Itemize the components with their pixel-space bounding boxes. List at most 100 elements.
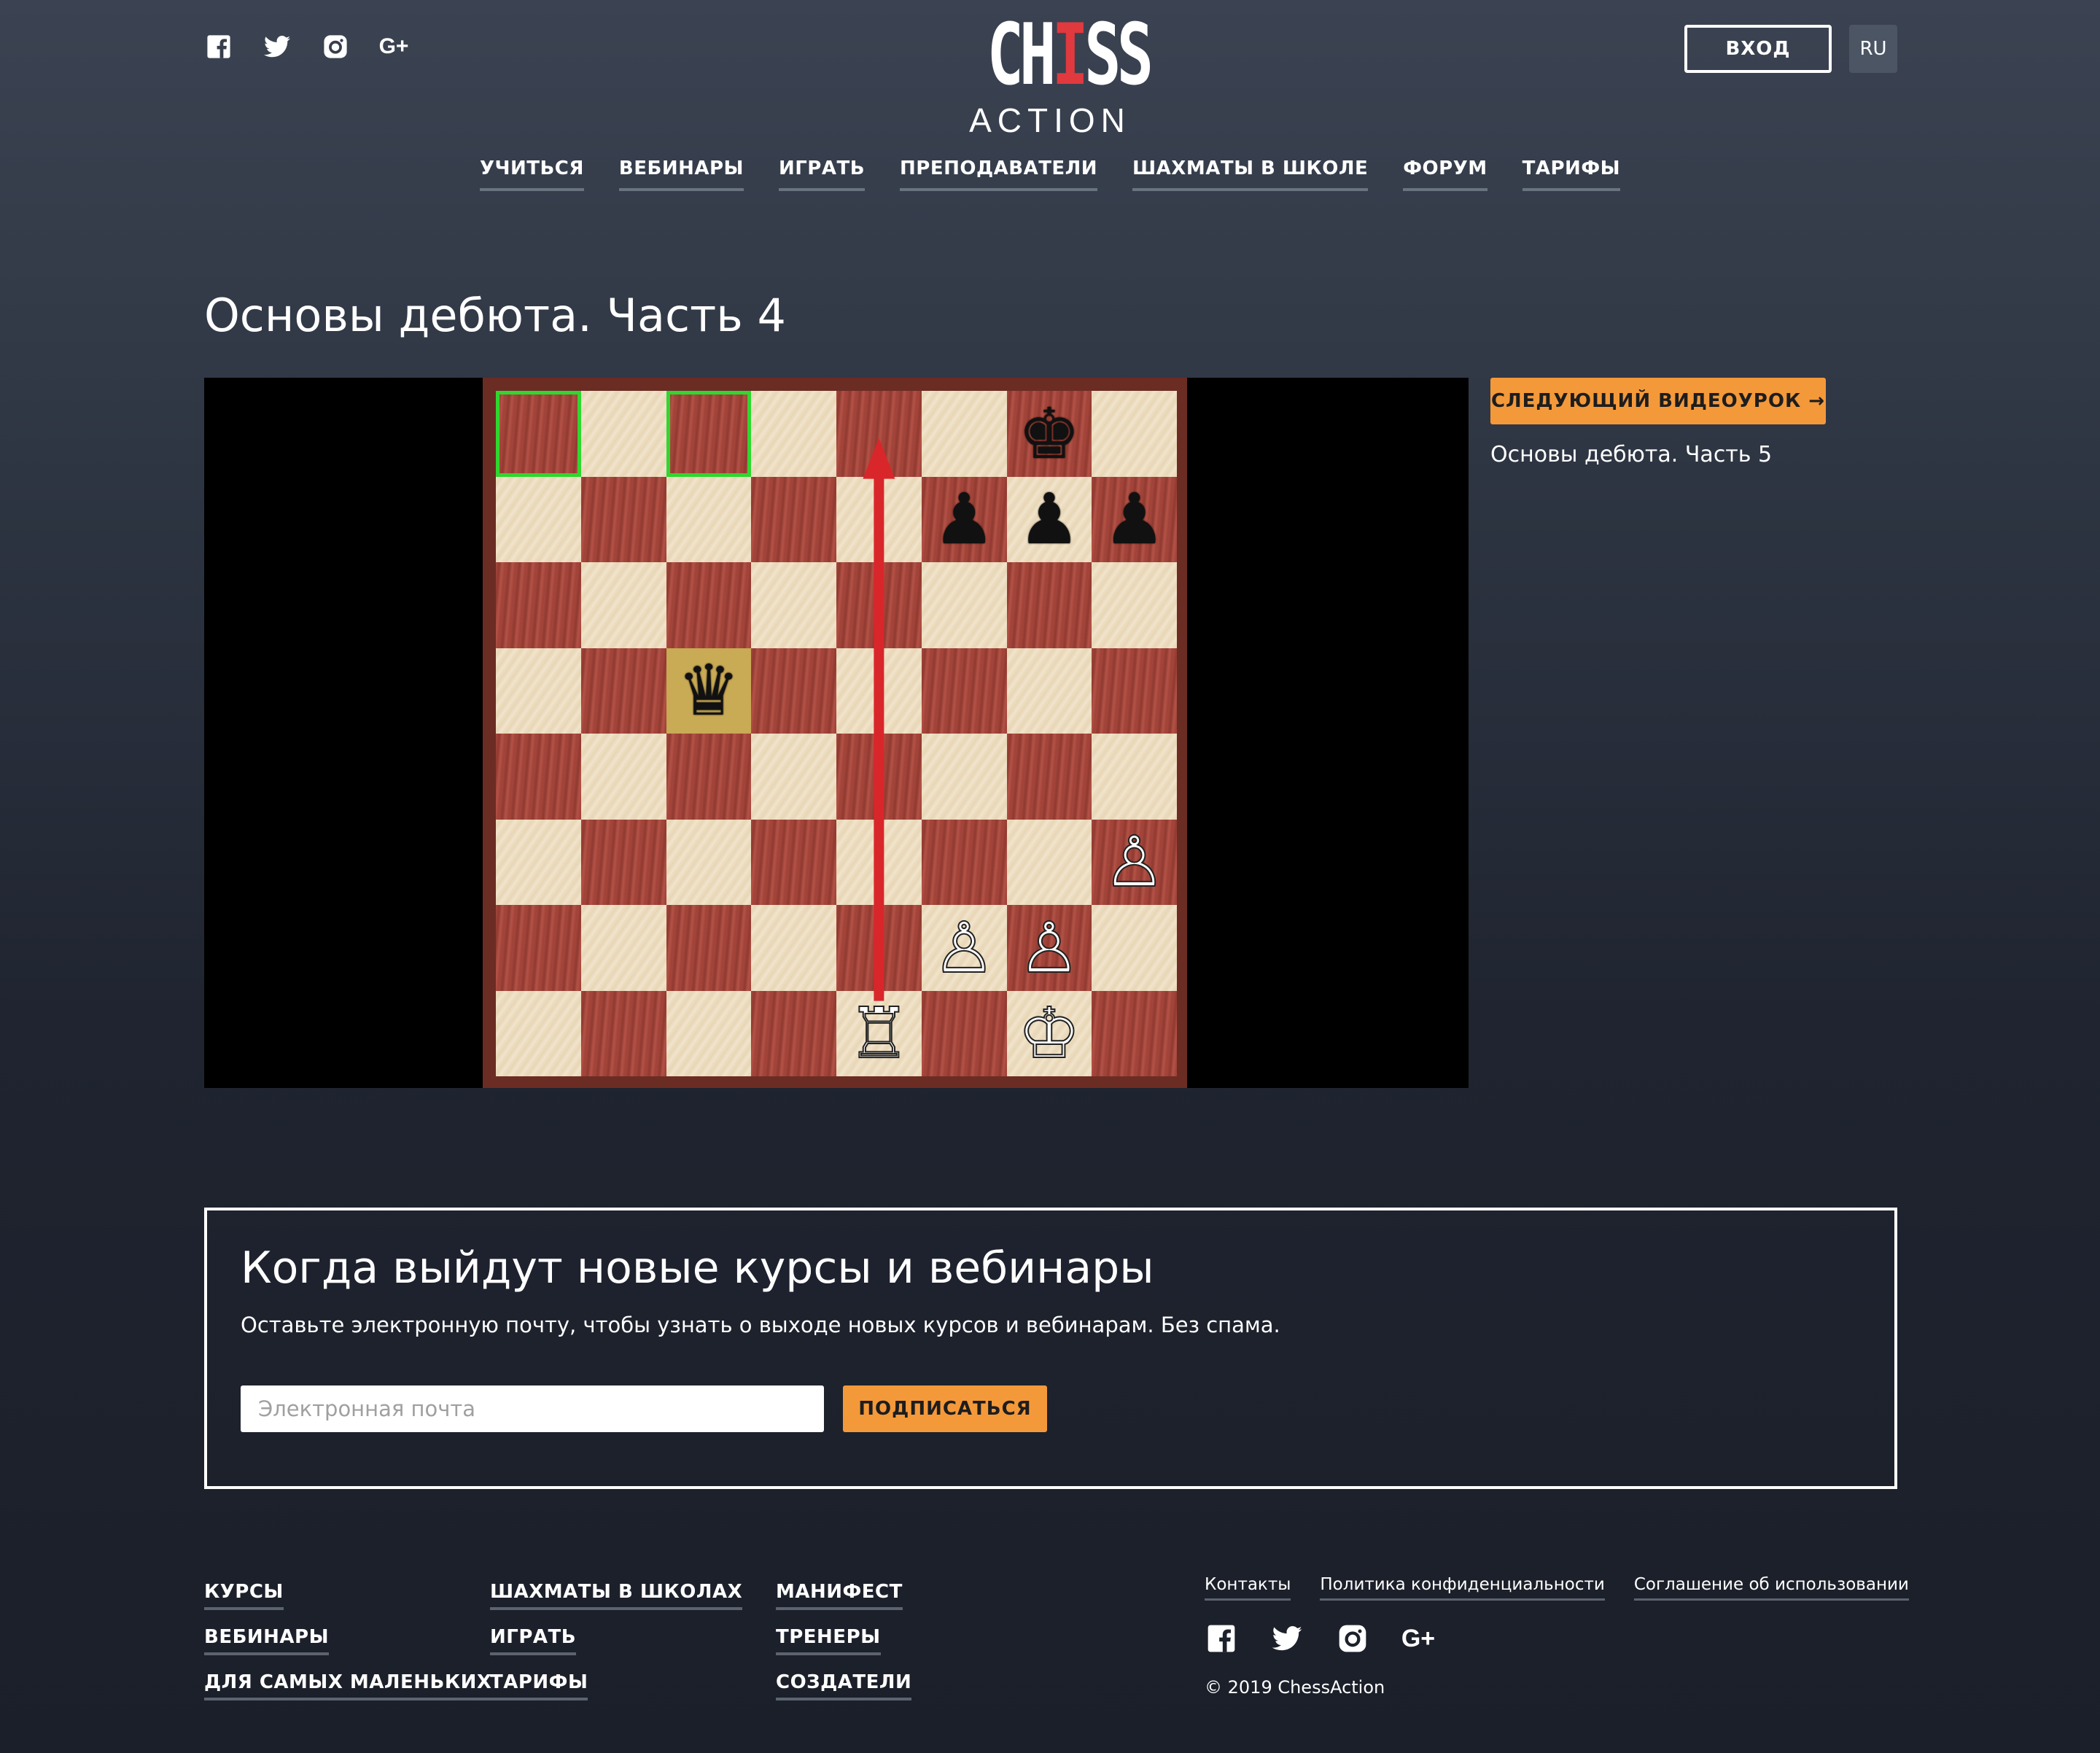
square-d3 (751, 819, 836, 905)
nav-teachers[interactable]: ПРЕПОДАВАТЕЛИ (900, 158, 1098, 191)
square-e2 (836, 905, 922, 991)
square-e7 (836, 476, 922, 562)
chess-board-frame: ♚ ♟ ♟ ♟ ♛ ♙ ♙ ♙ ♖ ♔ (483, 378, 1187, 1088)
footer-link-privacy[interactable]: Политика конфиденциальности (1320, 1575, 1605, 1601)
square-b8 (580, 391, 666, 477)
square-g1: ♔ (1006, 990, 1092, 1076)
square-d7 (751, 476, 836, 562)
footer-column-1: КУРСЫ ВЕБИНАРЫ ДЛЯ САМЫХ МАЛЕНЬКИХ (204, 1581, 492, 1700)
square-b6 (580, 562, 666, 648)
square-a4 (496, 734, 581, 820)
square-g3 (1006, 819, 1092, 905)
footer-link-play[interactable]: ИГРАТЬ (490, 1626, 577, 1655)
square-d2 (751, 905, 836, 991)
square-g5 (1006, 648, 1092, 734)
square-e6 (836, 562, 922, 648)
footer-link-creators[interactable]: СОЗДАТЕЛИ (776, 1671, 912, 1700)
nav-learn[interactable]: УЧИТЬСЯ (479, 158, 584, 191)
piece-e1: ♖ (847, 992, 911, 1075)
piece-c5: ♛ (677, 650, 740, 732)
logo-subtitle: ACTION (969, 101, 1131, 139)
square-f4 (921, 734, 1007, 820)
square-c7 (666, 476, 752, 562)
square-a7 (496, 476, 581, 562)
piece-h3: ♙ (1102, 821, 1167, 903)
square-f6 (921, 562, 1007, 648)
twitter-icon[interactable] (1270, 1622, 1304, 1655)
square-c8 (666, 391, 752, 477)
square-f8 (921, 391, 1007, 477)
piece-f7: ♟ (933, 478, 996, 561)
footer-social-links: G+ (1205, 1622, 1435, 1655)
footer-legal-links: Контакты Политика конфиденциальности Сог… (1205, 1575, 1909, 1601)
square-a6 (496, 562, 581, 648)
facebook-icon[interactable] (1205, 1622, 1238, 1655)
square-c4 (666, 734, 752, 820)
square-e1: ♖ (836, 990, 922, 1076)
piece-g1: ♔ (1017, 992, 1081, 1075)
square-h8 (1092, 391, 1177, 477)
square-f7: ♟ (921, 476, 1007, 562)
facebook-icon[interactable] (204, 32, 233, 61)
instagram-icon[interactable] (1336, 1622, 1369, 1655)
chess-board: ♚ ♟ ♟ ♟ ♛ ♙ ♙ ♙ ♖ ♔ (496, 391, 1177, 1076)
footer-link-terms[interactable]: Соглашение об использовании (1633, 1575, 1909, 1601)
square-b7 (580, 476, 666, 562)
footer-link-schools[interactable]: ШАХМАТЫ В ШКОЛАХ (490, 1581, 743, 1610)
square-c5: ♛ (666, 648, 752, 734)
square-g8: ♚ (1006, 391, 1092, 477)
square-a5 (496, 648, 581, 734)
piece-h7: ♟ (1102, 478, 1166, 561)
nav-forum[interactable]: ФОРУМ (1403, 158, 1488, 191)
square-b1 (580, 990, 666, 1076)
footer-column-3: МАНИФЕСТ ТРЕНЕРЫ СОЗДАТЕЛИ (776, 1581, 912, 1700)
footer-link-kids[interactable]: ДЛЯ САМЫХ МАЛЕНЬКИХ (204, 1671, 492, 1700)
footer-link-contacts[interactable]: Контакты (1205, 1575, 1291, 1601)
chessaction-logo[interactable]: CHISS ACTION (962, 13, 1154, 140)
square-g6 (1006, 562, 1092, 648)
square-b3 (580, 819, 666, 905)
square-h7: ♟ (1092, 476, 1177, 562)
square-e8 (836, 391, 922, 477)
subscribe-button[interactable]: ПОДПИСАТЬСЯ (843, 1385, 1047, 1432)
square-f5 (921, 648, 1007, 734)
nav-play[interactable]: ИГРАТЬ (778, 158, 866, 191)
square-h5 (1092, 648, 1177, 734)
nav-pricing[interactable]: ТАРИФЫ (1522, 158, 1621, 191)
site-header: G+ CHISS ACTION ВХОД RU УЧИТЬСЯ ВЕБИНАРЫ… (0, 0, 2100, 219)
twitter-icon[interactable] (262, 32, 292, 61)
footer-link-coaches[interactable]: ТРЕНЕРЫ (776, 1626, 881, 1655)
square-h4 (1092, 734, 1177, 820)
footer-link-manifesto[interactable]: МАНИФЕСТ (776, 1581, 903, 1610)
footer-link-courses[interactable]: КУРСЫ (204, 1581, 284, 1610)
instagram-icon[interactable] (321, 32, 350, 61)
square-f1 (921, 990, 1007, 1076)
square-e4 (836, 734, 922, 820)
google-plus-icon[interactable]: G+ (379, 32, 409, 61)
email-input[interactable] (241, 1385, 824, 1432)
footer-column-2: ШАХМАТЫ В ШКОЛАХ ИГРАТЬ ТАРИФЫ (490, 1581, 743, 1700)
square-d4 (751, 734, 836, 820)
square-a1 (496, 990, 581, 1076)
square-h2 (1092, 905, 1177, 991)
next-lesson-title[interactable]: Основы дебюта. Часть 5 (1490, 442, 1772, 467)
square-c3 (666, 819, 752, 905)
square-a3 (496, 819, 581, 905)
login-button[interactable]: ВХОД (1684, 25, 1832, 73)
square-g2: ♙ (1006, 905, 1092, 991)
google-plus-icon[interactable]: G+ (1401, 1622, 1435, 1655)
next-lesson-button[interactable]: СЛЕДУЮЩИЙ ВИДЕОУРОК → (1490, 378, 1826, 424)
nav-webinars[interactable]: ВЕБИНАРЫ (618, 158, 744, 191)
square-d8 (751, 391, 836, 477)
square-b4 (580, 734, 666, 820)
square-b5 (580, 648, 666, 734)
footer-link-pricing[interactable]: ТАРИФЫ (490, 1671, 588, 1700)
square-h6 (1092, 562, 1177, 648)
language-button[interactable]: RU (1849, 25, 1897, 73)
nav-chess-in-school[interactable]: ШАХМАТЫ В ШКОЛЕ (1132, 158, 1369, 191)
subscribe-text: Оставьте электронную почту, чтобы узнать… (241, 1313, 1280, 1337)
square-d5 (751, 648, 836, 734)
square-e5 (836, 648, 922, 734)
video-player[interactable]: ♚ ♟ ♟ ♟ ♛ ♙ ♙ ♙ ♖ ♔ (204, 378, 1469, 1088)
footer-link-webinars[interactable]: ВЕБИНАРЫ (204, 1626, 330, 1655)
